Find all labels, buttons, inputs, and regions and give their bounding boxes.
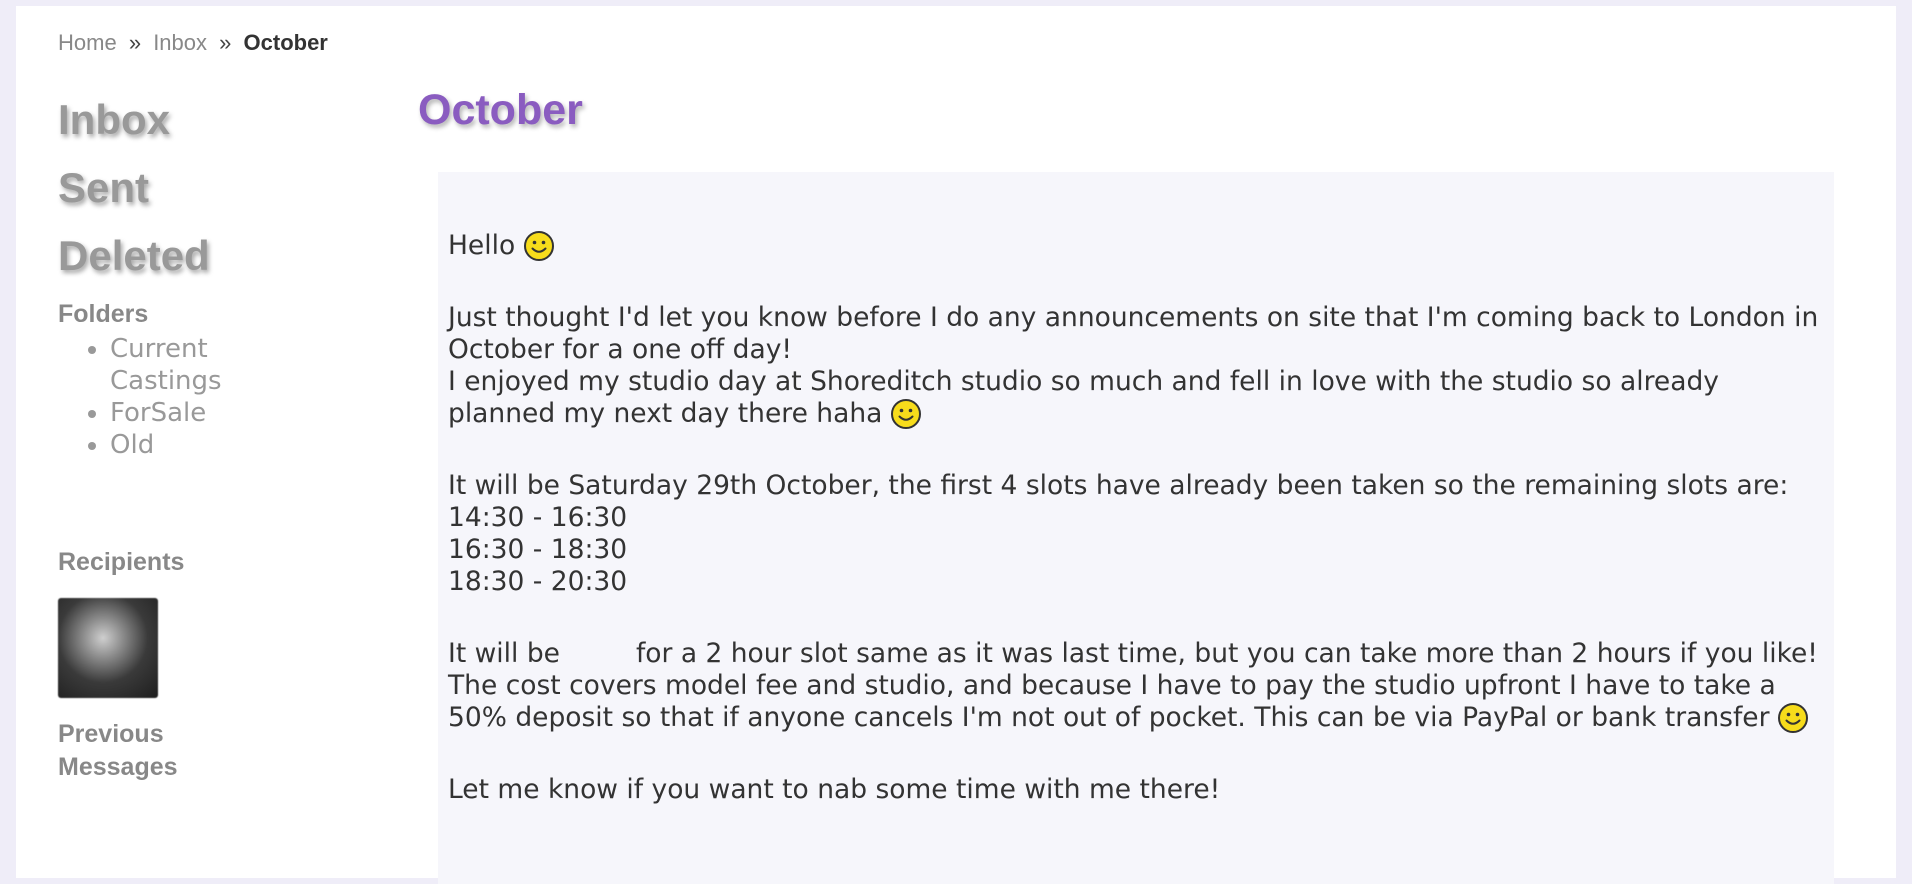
breadcrumb: Home » Inbox » October — [58, 30, 328, 56]
message-paragraph: Just thought I'd let you know before I d… — [448, 302, 1828, 430]
slot-item: 16:30 - 18:30 — [448, 534, 628, 565]
breadcrumb-separator: » — [219, 30, 232, 55]
folder-item: Current Castings — [110, 333, 260, 397]
page-title: October — [418, 86, 583, 134]
nav-deleted-link[interactable]: Deleted — [58, 222, 358, 290]
nav-inbox-link[interactable]: Inbox — [58, 86, 358, 154]
smiley-icon — [1778, 703, 1809, 733]
message-body: Hello Just thought I'd let you know befo… — [448, 230, 1828, 846]
page: Home » Inbox » October Inbox Sent Delete… — [16, 6, 1896, 884]
paragraph-text: It will be — [448, 638, 560, 669]
folder-old-link[interactable]: Old — [110, 430, 154, 460]
breadcrumb-current: October — [243, 30, 328, 55]
message-greeting: Hello — [448, 230, 1828, 262]
slot-item: 14:30 - 16:30 — [448, 502, 628, 533]
paragraph-text: Let me know if you want to nab some time… — [448, 774, 1221, 805]
slot-item: 18:30 - 20:30 — [448, 566, 628, 597]
message-panel: Hello Just thought I'd let you know befo… — [438, 172, 1834, 884]
message-paragraph: It will be Saturday 29th October, the fi… — [448, 470, 1828, 598]
folder-forsale-link[interactable]: ForSale — [110, 398, 206, 428]
greeting-text: Hello — [448, 230, 516, 261]
message-paragraph: It will be for a 2 hour slot same as it w… — [448, 638, 1828, 734]
paragraph-text: for a 2 hour slot same as it was last ti… — [448, 638, 1818, 733]
smiley-icon — [891, 399, 922, 429]
smiley-icon — [524, 231, 555, 261]
breadcrumb-separator: » — [128, 30, 142, 55]
breadcrumb-home-link[interactable]: Home — [58, 30, 117, 55]
nav-sent-link[interactable]: Sent — [58, 154, 358, 222]
folder-list: Current Castings ForSale Old — [58, 333, 358, 461]
folder-item: ForSale — [110, 397, 260, 429]
breadcrumb-inbox-link[interactable]: Inbox — [153, 30, 207, 55]
paragraph-text: It will be Saturday 29th October, the fi… — [448, 470, 1789, 501]
previous-messages-heading: Previous Messages — [58, 720, 178, 781]
recipient-avatar[interactable] — [58, 598, 158, 698]
folder-current-castings-link[interactable]: Current Castings — [110, 334, 222, 396]
folders-heading: Folders — [58, 300, 149, 328]
paragraph-text: I enjoyed my studio day at Shoreditch st… — [448, 366, 1719, 429]
folder-item: Old — [110, 429, 260, 461]
recipients-heading: Recipients — [58, 548, 185, 576]
sidebar: Inbox Sent Deleted Folders Current Casti… — [58, 86, 358, 781]
message-paragraph: Let me know if you want to nab some time… — [448, 774, 1828, 806]
paragraph-text: Just thought I'd let you know before I d… — [448, 302, 1819, 365]
